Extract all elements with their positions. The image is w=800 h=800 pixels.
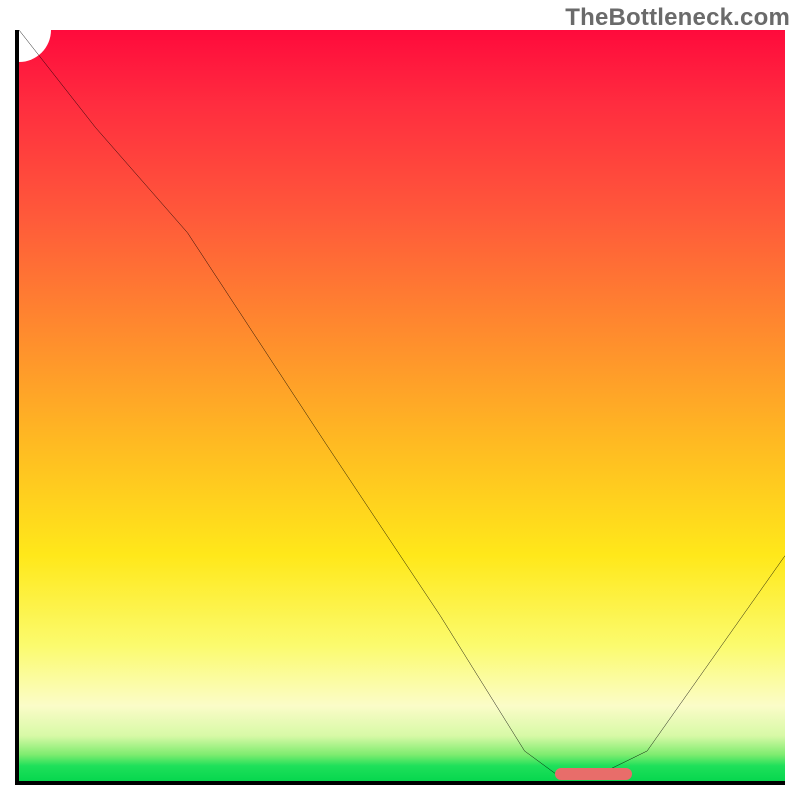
bottleneck-curve (19, 30, 785, 781)
optimal-range-marker (555, 768, 632, 780)
chart-container: TheBottleneck.com (0, 0, 800, 800)
plot-area (15, 30, 785, 785)
watermark-text: TheBottleneck.com (565, 4, 790, 32)
